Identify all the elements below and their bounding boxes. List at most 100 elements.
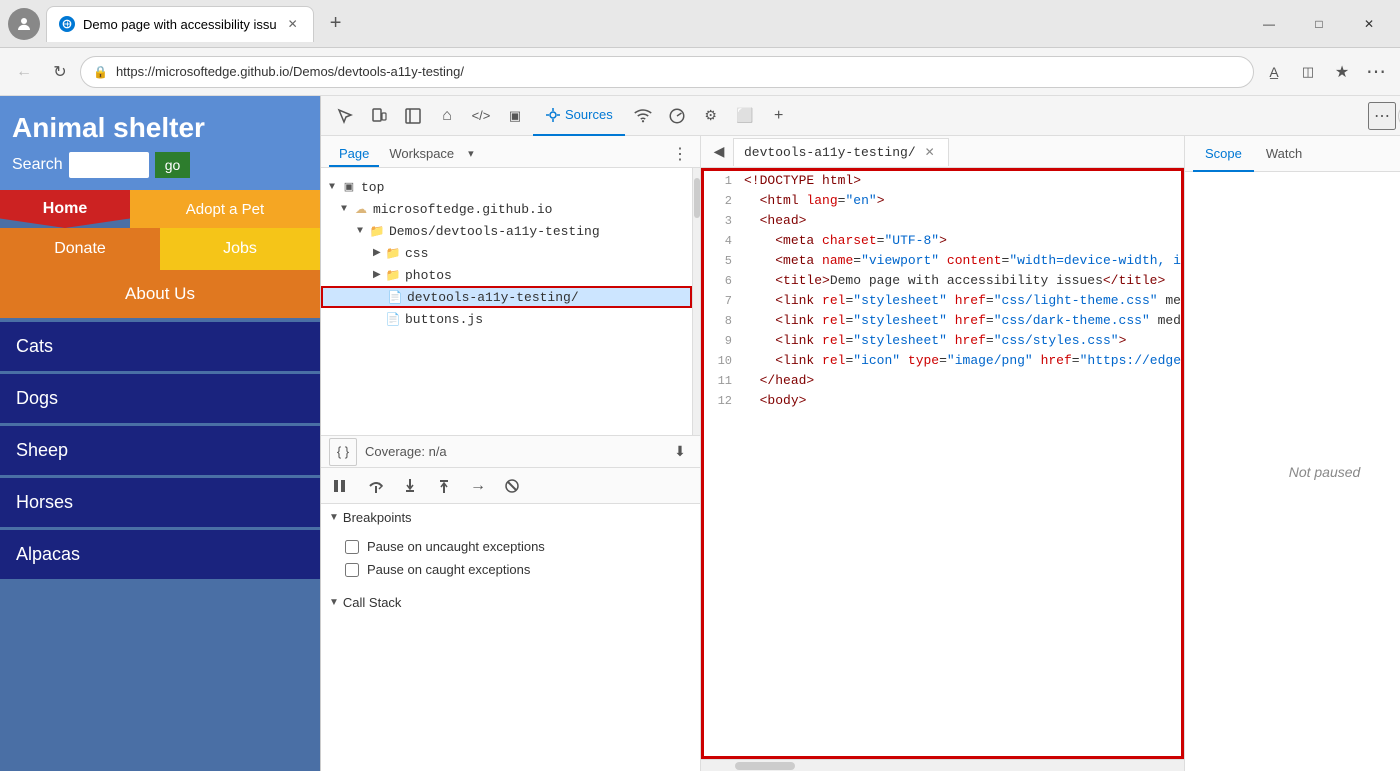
workspace-sub-tab[interactable]: Workspace [379,142,464,167]
step-over-btn[interactable] [363,473,389,499]
file-tree-scrollbar[interactable] [692,168,700,435]
browser-tab[interactable]: Demo page with accessibility issu ✕ [46,6,314,42]
performance-icon[interactable] [661,100,693,132]
sub-tab-more-btn[interactable]: ⋮ [668,144,692,164]
code-panel: ◀ devtools-a11y-testing/ ✕ 1 <!DOCTYPE h… [701,136,1184,771]
sources-tab-label: Sources [565,107,613,122]
address-bar[interactable]: 🔒 https://microsoftedge.github.io/Demos/… [80,56,1254,88]
devtools-more-btn[interactable]: ⋯ [1368,102,1396,130]
code-tab-bar: ◀ devtools-a11y-testing/ ✕ [701,136,1184,168]
nav-donate-btn[interactable]: Donate [0,228,160,270]
search-input[interactable] [69,152,149,178]
animal-item-horses[interactable]: Horses [0,478,320,527]
toggle-sidebar-btn[interactable] [397,100,429,132]
settings-icon[interactable]: ⚙ [695,100,727,132]
tab-close-btn[interactable]: ✕ [285,16,301,32]
breakpoints-header[interactable]: ▼ Breakpoints [321,504,700,531]
pause-uncaught-item[interactable]: Pause on uncaught exceptions [321,535,700,558]
window-controls: — □ ✕ [1246,8,1392,40]
code-lines: 1 <!DOCTYPE html> 2 <html lang="en"> 3 <… [704,171,1181,411]
step-btn[interactable]: → [465,473,491,499]
tree-item-top[interactable]: ▼ ▣ top [321,176,692,198]
network-tab-icon[interactable]: ▣ [499,100,531,132]
tree-item-css[interactable]: ▶ 📁 css [321,242,692,264]
profile-icon[interactable] [8,8,40,40]
tree-label-top: top [361,180,384,195]
devtools-panel: ⌂ </> ▣ Sources [320,96,1400,771]
page-sub-tab[interactable]: Page [329,142,379,167]
wifi-icon[interactable] [627,100,659,132]
device-emulation-btn[interactable] [363,100,395,132]
tree-item-domain[interactable]: ▼ ☁ microsoftedge.github.io [321,198,692,220]
refresh-btn[interactable]: ↻ [44,56,76,88]
tree-item-buttons-js[interactable]: 📄 buttons.js [321,308,692,330]
sources-tab[interactable]: Sources [533,96,625,136]
tree-label-domain: microsoftedge.github.io [373,202,552,217]
tree-arrow-photos: ▶ [373,269,385,281]
code-line-11: 11 </head> [704,371,1181,391]
add-tab-btn[interactable]: + [763,100,795,132]
code-panel-back-btn[interactable]: ◀ [705,138,733,166]
call-stack-header[interactable]: ▼ Call Stack [321,589,700,616]
nav-jobs-btn[interactable]: Jobs [160,228,320,270]
code-content[interactable]: 1 <!DOCTYPE html> 2 <html lang="en"> 3 <… [701,168,1184,759]
more-btn[interactable]: ⋯ [1360,56,1392,88]
deactivate-breakpoints-btn[interactable] [499,473,525,499]
coverage-download-btn[interactable]: ⬇ [668,440,692,464]
pause-resume-btn[interactable] [329,473,355,499]
pause-uncaught-checkbox[interactable] [345,540,359,554]
code-line-3: 3 <head> [704,211,1181,231]
close-btn[interactable]: ✕ [1346,8,1392,40]
step-out-btn[interactable] [431,473,457,499]
nav-about-btn[interactable]: About Us [0,270,320,318]
tree-item-main-file[interactable]: 📄 devtools-a11y-testing/ [321,286,692,308]
tree-item-photos[interactable]: ▶ 📁 photos [321,264,692,286]
tree-item-demos[interactable]: ▼ 📁 Demos/devtools-a11y-testing [321,220,692,242]
console-tab-icon[interactable]: </> [465,100,497,132]
maximize-btn[interactable]: □ [1296,8,1342,40]
scope-panel: Scope Watch Not paused [1184,136,1400,771]
pause-caught-item[interactable]: Pause on caught exceptions [321,558,700,581]
new-tab-btn[interactable]: + [320,8,352,40]
photos-folder-icon: 📁 [385,267,401,283]
workspace-dropdown-icon[interactable]: ▾ [468,147,474,160]
elements-tab-icon[interactable]: ⌂ [431,100,463,132]
animal-item-dogs[interactable]: Dogs [0,374,320,423]
code-file-tab[interactable]: devtools-a11y-testing/ ✕ [733,138,949,166]
read-aloud-btn[interactable]: A̲ [1258,56,1290,88]
pause-uncaught-label: Pause on uncaught exceptions [367,539,545,554]
sub-tabs: Page Workspace ▾ ⋮ [321,136,700,168]
favorites-btn[interactable]: ★ [1326,56,1358,88]
nav-secondary-row: Donate Jobs [0,228,320,270]
watch-tab[interactable]: Watch [1254,136,1314,172]
site-header: Animal shelter Search go [0,96,320,190]
back-btn[interactable]: ← [8,56,40,88]
domain-icon: ☁ [353,201,369,217]
minimize-btn[interactable]: — [1246,8,1292,40]
tree-label-css: css [405,246,428,261]
inspect-element-btn[interactable] [329,100,361,132]
search-go-btn[interactable]: go [155,152,191,178]
code-line-4: 4 <meta charset="UTF-8"> [704,231,1181,251]
pause-caught-checkbox[interactable] [345,563,359,577]
nav-adopt-btn[interactable]: Adopt a Pet [130,190,320,228]
file-tree-panel: Page Workspace ▾ ⋮ ▼ ▣ top [321,136,701,771]
devtools-body: Page Workspace ▾ ⋮ ▼ ▣ top [321,136,1400,771]
step-into-btn[interactable] [397,473,423,499]
site-nav-menu: Home Adopt a Pet Donate Jobs About Us [0,190,320,318]
format-btn[interactable]: { } [329,438,357,466]
code-line-12: 12 <body> [704,391,1181,411]
code-line-9: 9 <link rel="stylesheet" href="css/style… [704,331,1181,351]
breakpoints-content: Pause on uncaught exceptions Pause on ca… [321,531,700,585]
animal-item-sheep[interactable]: Sheep [0,426,320,475]
nav-home-btn[interactable]: Home [0,190,130,228]
code-file-close-btn[interactable]: ✕ [922,144,938,160]
scope-tab[interactable]: Scope [1193,136,1254,172]
immersive-reader-btn[interactable]: ◫ [1292,56,1324,88]
breakpoints-label: Breakpoints [343,510,412,525]
code-horizontal-scrollbar[interactable] [701,759,1184,771]
animal-item-alpacas[interactable]: Alpacas [0,530,320,579]
tab-title: Demo page with accessibility issu [83,17,277,32]
animal-item-cats[interactable]: Cats [0,322,320,371]
screen-icon[interactable]: ⬜ [729,100,761,132]
